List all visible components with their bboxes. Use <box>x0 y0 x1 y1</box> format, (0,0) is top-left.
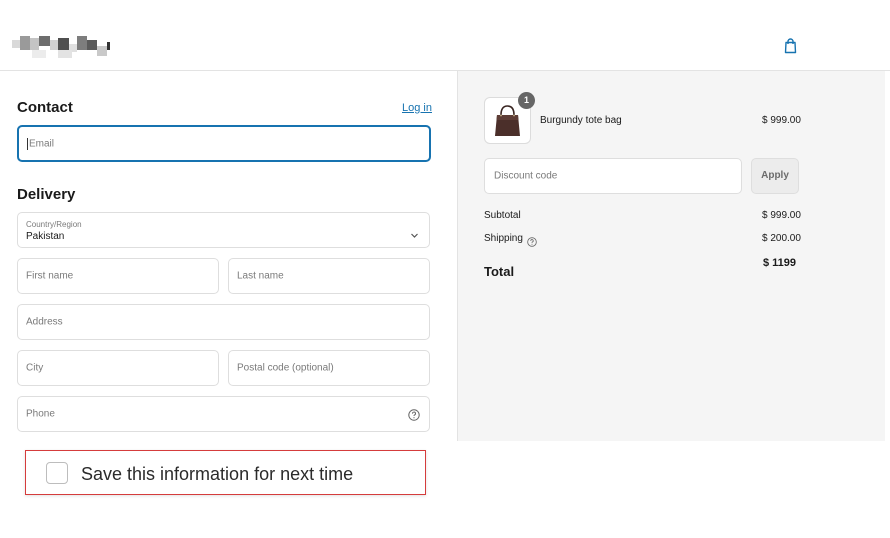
phone-placeholder: Phone <box>26 408 55 420</box>
save-info-checkbox[interactable] <box>46 462 68 484</box>
total-label: Total <box>484 264 515 279</box>
contact-heading: Contact <box>17 99 73 116</box>
last-name-field[interactable]: Last name <box>228 258 430 294</box>
shopping-bag-icon[interactable] <box>783 38 798 54</box>
city-placeholder: City <box>26 362 44 374</box>
total-value: $ 1199 <box>763 257 797 269</box>
quantity-badge: 1 <box>518 92 535 109</box>
chevron-down-icon <box>410 227 419 238</box>
store-logo[interactable] <box>12 36 110 58</box>
help-circle-icon[interactable] <box>527 234 537 247</box>
discount-code-placeholder: Discount code <box>494 170 558 182</box>
postal-code-field[interactable]: Postal code (optional) <box>228 350 430 386</box>
discount-code-field[interactable]: Discount code <box>484 158 742 194</box>
last-name-placeholder: Last name <box>237 270 284 282</box>
shipping-value: $ 200.00 <box>762 233 801 244</box>
text-caret <box>27 137 28 150</box>
city-field[interactable]: City <box>17 350 219 386</box>
product-price: $ 999.00 <box>762 115 801 126</box>
country-label: Country/Region <box>26 220 82 229</box>
country-select[interactable]: Country/Region Pakistan <box>17 212 430 248</box>
login-link[interactable]: Log in <box>402 102 432 114</box>
email-placeholder: Email <box>29 138 55 149</box>
delivery-heading: Delivery <box>17 186 76 203</box>
country-value: Pakistan <box>26 231 65 242</box>
shipping-label: Shipping <box>484 233 523 244</box>
phone-field[interactable]: Phone <box>17 396 430 432</box>
apply-discount-button[interactable]: Apply <box>751 158 799 194</box>
postal-code-placeholder: Postal code (optional) <box>237 362 334 374</box>
address-placeholder: Address <box>26 316 63 328</box>
first-name-field[interactable]: First name <box>17 258 219 294</box>
first-name-placeholder: First name <box>26 270 74 282</box>
help-circle-icon[interactable] <box>408 408 420 421</box>
header <box>0 0 890 71</box>
address-field[interactable]: Address <box>17 304 430 340</box>
subtotal-value: $ 999.00 <box>762 210 801 221</box>
email-field[interactable]: Email <box>17 125 431 162</box>
save-info-label[interactable]: Save this information for next time <box>81 464 353 485</box>
subtotal-label: Subtotal <box>484 210 521 221</box>
product-name: Burgundy tote bag <box>540 115 622 126</box>
save-info-option[interactable]: Save this information for next time <box>25 450 426 495</box>
